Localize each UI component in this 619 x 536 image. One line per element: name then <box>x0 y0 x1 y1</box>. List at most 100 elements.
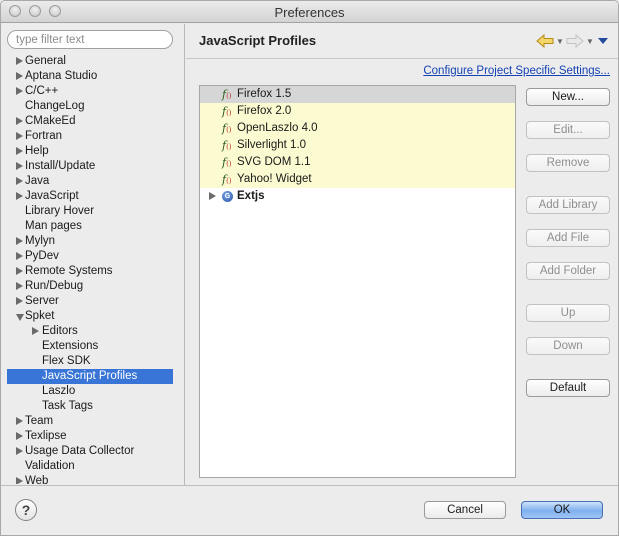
tree-item[interactable]: Install/Update <box>1 159 185 174</box>
tree-item[interactable]: Task Tags <box>1 399 185 414</box>
tree-item[interactable]: Run/Debug <box>1 279 185 294</box>
tree-item[interactable]: Remote Systems <box>1 264 185 279</box>
remove-button[interactable]: Remove <box>526 154 610 172</box>
profile-name: Yahoo! Widget <box>237 173 312 185</box>
tree-item-label: Server <box>25 295 59 307</box>
tree-item-label: JavaScript <box>25 190 79 202</box>
collapsed-triangle-icon[interactable] <box>16 57 23 65</box>
tree-item-label: Run/Debug <box>25 280 84 292</box>
profile-row[interactable]: f() Firefox 2.0 <box>200 103 515 120</box>
tree-item[interactable]: Library Hover <box>1 204 185 219</box>
tree-item-label: PyDev <box>25 250 59 262</box>
collapsed-triangle-icon[interactable] <box>16 87 23 95</box>
collapsed-triangle-icon[interactable] <box>16 177 23 185</box>
tree-item[interactable]: Fortran <box>1 129 185 144</box>
tree-item[interactable]: JavaScript <box>1 189 185 204</box>
default-button[interactable]: Default <box>526 379 610 397</box>
collapsed-triangle-icon[interactable] <box>16 237 23 245</box>
collapsed-triangle-icon[interactable] <box>16 297 23 305</box>
configure-project-settings-link[interactable]: Configure Project Specific Settings... <box>423 65 610 77</box>
tree-item[interactable]: Mylyn <box>1 234 185 249</box>
collapsed-triangle-icon[interactable] <box>16 162 23 170</box>
profile-row[interactable]: f() Firefox 1.5 <box>200 86 515 103</box>
tree-item-label: Help <box>25 145 49 157</box>
collapsed-triangle-icon[interactable] <box>16 132 23 140</box>
tree-item[interactable]: CMakeEd <box>1 114 185 129</box>
collapsed-triangle-icon[interactable] <box>16 417 23 425</box>
tree-item-label: Usage Data Collector <box>25 445 135 457</box>
tree-item[interactable]: Server <box>1 294 185 309</box>
preference-page: JavaScript Profiles ▼ ▼ Configure Projec… <box>186 24 618 485</box>
profiles-list[interactable]: f() Firefox 1.5 f() Firefox 2.0 f() OpenLaszl… <box>199 85 516 478</box>
collapsed-triangle-icon[interactable] <box>16 477 23 484</box>
tree-item-label: Java <box>25 175 50 187</box>
collapsed-triangle-icon[interactable] <box>16 72 23 80</box>
edit-button[interactable]: Edit... <box>526 121 610 139</box>
profile-row[interactable]: f() SVG DOM 1.1 <box>200 154 515 171</box>
profile-name: Firefox 1.5 <box>237 88 292 100</box>
collapsed-triangle-icon[interactable] <box>16 117 23 125</box>
group-icon: G <box>222 191 233 202</box>
tree-item-label: Install/Update <box>25 160 96 172</box>
tree-item[interactable]: Help <box>1 144 185 159</box>
collapsed-triangle-icon[interactable] <box>16 447 23 455</box>
profile-row[interactable]: f() OpenLaszlo 4.0 <box>200 120 515 137</box>
help-icon[interactable]: ? <box>15 499 37 521</box>
tree-item[interactable]: Java <box>1 174 185 189</box>
filter-input[interactable] <box>7 30 173 49</box>
add-library-button[interactable]: Add Library <box>526 196 610 214</box>
tree-item[interactable]: Flex SDK <box>1 354 185 369</box>
back-arrow-icon[interactable] <box>536 34 554 48</box>
group-name: Extjs <box>237 190 265 202</box>
tree-item[interactable]: Editors <box>1 324 185 339</box>
collapsed-triangle-icon[interactable] <box>16 192 23 200</box>
tree-item[interactable]: C/C++ <box>1 84 185 99</box>
tree-item[interactable]: Web <box>1 474 185 484</box>
tree-item-label: General <box>25 55 66 67</box>
tree-item-label: Texlipse <box>25 430 67 442</box>
collapsed-triangle-icon[interactable] <box>209 192 216 200</box>
page-title: JavaScript Profiles <box>199 33 317 48</box>
collapsed-triangle-icon[interactable] <box>16 252 23 260</box>
view-menu-icon[interactable] <box>598 38 608 44</box>
tree-item[interactable]: Usage Data Collector <box>1 444 185 459</box>
profile-group-row[interactable]: G Extjs <box>200 188 515 205</box>
tree-item[interactable]: Aptana Studio <box>1 69 185 84</box>
forward-dropdown-icon: ▼ <box>586 37 594 46</box>
collapsed-triangle-icon[interactable] <box>16 282 23 290</box>
tree-item[interactable]: ChangeLog <box>1 99 185 114</box>
tree-item[interactable]: General <box>1 54 185 69</box>
tree-item[interactable]: Validation <box>1 459 185 474</box>
tree-item[interactable]: JavaScript Profiles <box>7 369 173 384</box>
title-bar: Preferences <box>1 1 618 23</box>
add-file-button[interactable]: Add File <box>526 229 610 247</box>
collapsed-triangle-icon[interactable] <box>16 432 23 440</box>
forward-arrow-icon <box>566 34 584 48</box>
tree-item-label: Flex SDK <box>42 355 91 367</box>
new-button[interactable]: New... <box>526 88 610 106</box>
tree-item[interactable]: Laszlo <box>1 384 185 399</box>
down-button[interactable]: Down <box>526 337 610 355</box>
back-dropdown-icon[interactable]: ▼ <box>556 37 564 46</box>
ok-button[interactable]: OK <box>521 501 603 519</box>
tree-item[interactable]: Extensions <box>1 339 185 354</box>
add-folder-button[interactable]: Add Folder <box>526 262 610 280</box>
tree-item-label: Validation <box>25 460 75 472</box>
collapsed-triangle-icon[interactable] <box>16 267 23 275</box>
tree-item[interactable]: PyDev <box>1 249 185 264</box>
up-button[interactable]: Up <box>526 304 610 322</box>
preference-navigation: General Aptana Studio C/C++ ChangeLog CMakeE… <box>1 24 185 485</box>
collapsed-triangle-icon[interactable] <box>32 327 39 335</box>
tree-item-label: Web <box>25 475 49 484</box>
collapsed-triangle-icon[interactable] <box>16 147 23 155</box>
tree-item[interactable]: Team <box>1 414 185 429</box>
profile-row[interactable]: f() Silverlight 1.0 <box>200 137 515 154</box>
tree-item[interactable]: Man pages <box>1 219 185 234</box>
profile-name: Silverlight 1.0 <box>237 139 307 151</box>
tree-item[interactable]: Texlipse <box>1 429 185 444</box>
expanded-triangle-icon[interactable] <box>16 314 24 321</box>
profile-row[interactable]: f() Yahoo! Widget <box>200 171 515 188</box>
tree-item[interactable]: Spket <box>1 309 185 324</box>
tree-item-label: JavaScript Profiles <box>42 370 138 382</box>
cancel-button[interactable]: Cancel <box>424 501 506 519</box>
